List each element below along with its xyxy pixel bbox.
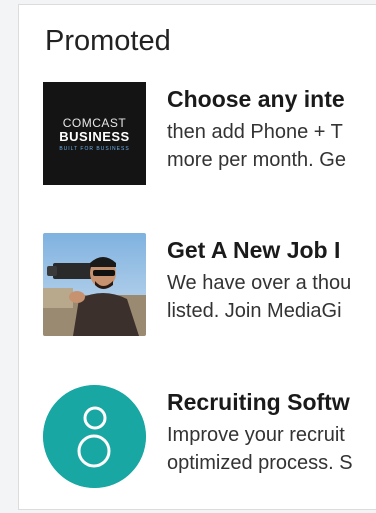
- ad-description: then add Phone + T more per month. Ge: [167, 118, 346, 174]
- promoted-ad-job[interactable]: Get A New Job I We have over a thou list…: [43, 233, 376, 337]
- ad-title[interactable]: Recruiting Softw: [167, 389, 350, 416]
- ad-description-line: more per month. Ge: [167, 149, 346, 171]
- ad-description-line: Improve your recruit: [167, 424, 345, 446]
- logo-line-business: BUSINESS: [59, 129, 130, 144]
- promoted-ad-comcast[interactable]: COMCAST BUSINESS BUILT FOR BUSINESS Choo…: [43, 82, 376, 186]
- ad-description-line: listed. Join MediaGi: [167, 300, 342, 322]
- ad-title[interactable]: Get A New Job I: [167, 237, 340, 264]
- photographer-photo[interactable]: [43, 233, 146, 336]
- promoted-panel: Promoted COMCAST BUSINESS BUILT FOR BUSI…: [18, 4, 376, 510]
- recruiting-software-logo[interactable]: [43, 385, 146, 488]
- section-title: Promoted: [45, 25, 171, 57]
- ad-description: Improve your recruit optimized process. …: [167, 421, 353, 477]
- comcast-business-logo[interactable]: COMCAST BUSINESS BUILT FOR BUSINESS: [43, 82, 146, 185]
- ad-title[interactable]: Choose any inte: [167, 86, 345, 113]
- ad-description-line: then add Phone + T: [167, 121, 343, 143]
- promoted-ad-recruiting[interactable]: Recruiting Softw Improve your recruit op…: [43, 385, 376, 489]
- logo-line-comcast: COMCAST: [62, 116, 127, 130]
- ad-description-line: optimized process. S: [167, 452, 353, 474]
- ad-description-line: We have over a thou: [167, 272, 352, 294]
- logo-tagline: BUILT FOR BUSINESS: [59, 146, 130, 152]
- ad-description: We have over a thou listed. Join MediaGi: [167, 269, 351, 325]
